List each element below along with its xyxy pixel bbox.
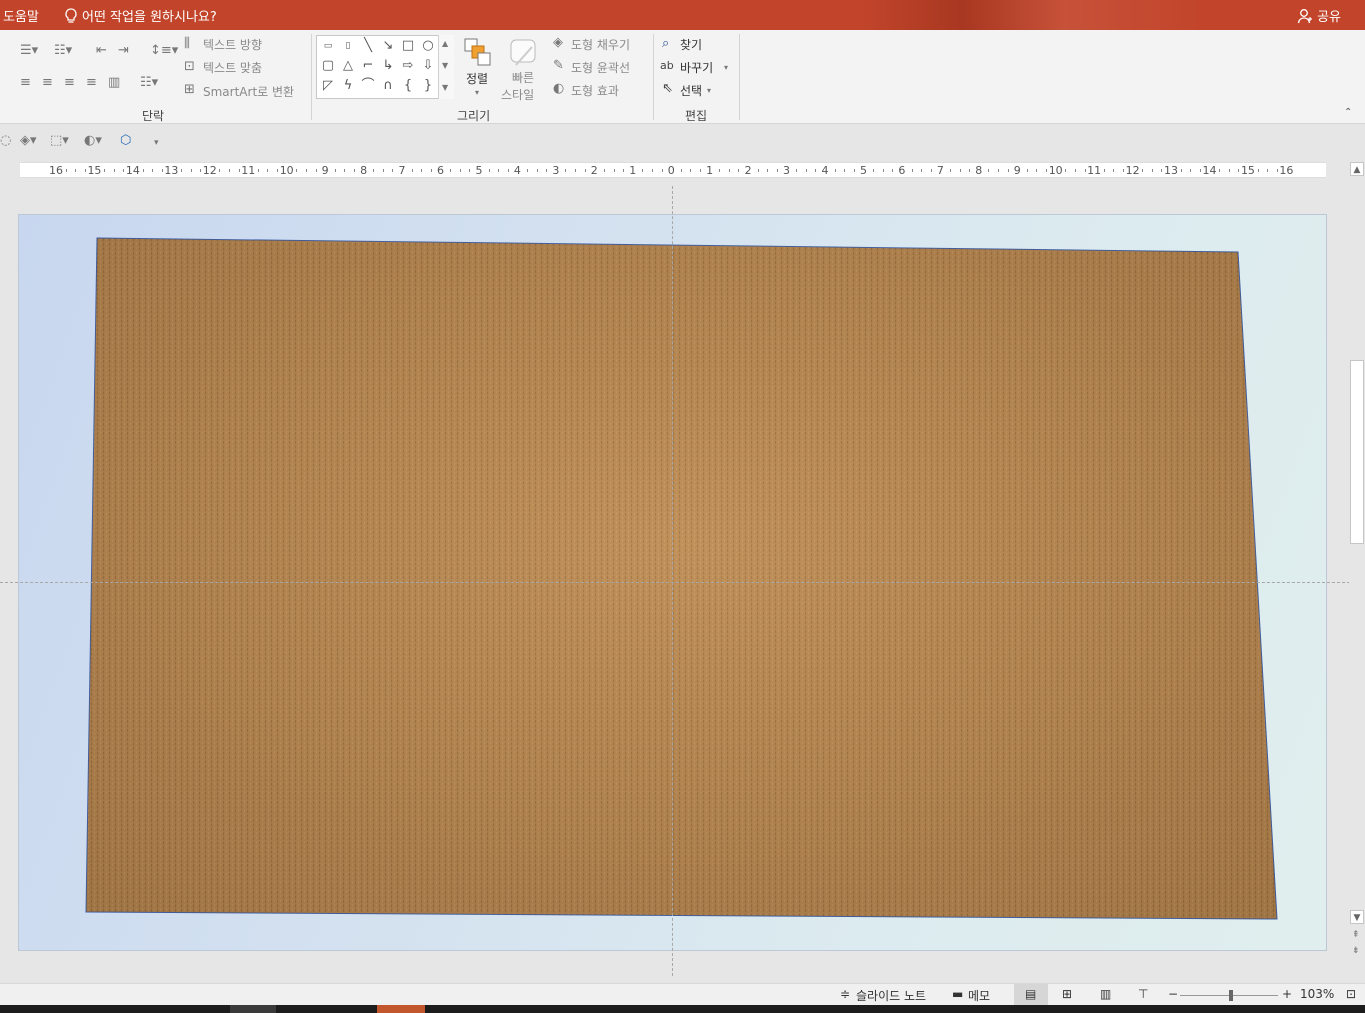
horizontal-guide[interactable] [0,582,1350,583]
zoom-level[interactable]: 103% [1300,987,1334,1001]
slide-sorter-icon[interactable]: ⊞ [1062,987,1072,1001]
comments-icon: ▬ [952,987,964,1001]
zoom-slider[interactable] [1180,990,1278,1001]
status-bar: ≑ 슬라이드 노트 ▬ 메모 ▤ ⊞ ▥ ⊤ − + 103% ⊡ [0,983,1365,1005]
zoom-slider-thumb[interactable] [1228,990,1233,1001]
comments-button[interactable]: 메모 [968,987,990,1004]
scroll-up-icon[interactable]: ▲ [1350,162,1364,176]
zoom-out-icon[interactable]: − [1168,987,1178,1001]
next-slide-icon[interactable]: ⇟ [1352,944,1360,958]
picture-layer [85,237,1278,920]
reading-view-icon[interactable]: ▥ [1100,987,1111,1001]
taskbar [0,1005,1365,1013]
normal-view-icon: ▤ [1025,987,1037,1001]
zoom-in-icon[interactable]: + [1282,987,1292,1001]
vertical-scrollbar[interactable]: ▲ ▼ ⇞ ⇟ [1349,162,1365,962]
notes-button[interactable]: 슬라이드 노트 [856,987,926,1004]
vertical-guide[interactable] [672,186,673,976]
slideshow-icon[interactable]: ⊤ [1138,987,1148,1001]
previous-slide-icon[interactable]: ⇞ [1352,928,1360,942]
fit-to-window-icon[interactable]: ⊡ [1346,987,1356,1001]
scroll-thumb[interactable] [1350,360,1364,544]
kraft-paper-picture[interactable] [85,237,1278,920]
notes-icon: ≑ [840,987,851,1001]
taskbar-item[interactable] [230,1005,276,1013]
taskbar-item-powerpoint[interactable] [377,1005,425,1013]
scroll-down-icon[interactable]: ▼ [1350,910,1364,924]
